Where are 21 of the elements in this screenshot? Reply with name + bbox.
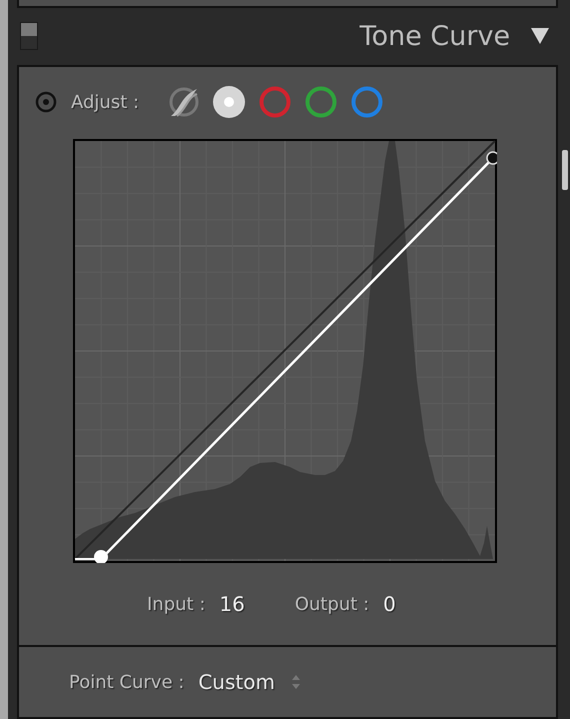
target-adjustment-icon[interactable]	[35, 91, 57, 113]
rgb-channel-button[interactable]	[213, 86, 246, 118]
parametric-curve-icon	[167, 86, 200, 118]
parametric-curve-button[interactable]	[167, 86, 200, 118]
point-curve-label: Point Curve :	[69, 672, 184, 692]
point-curve-select[interactable]: Custom	[198, 670, 301, 694]
stepper-icon	[290, 674, 301, 690]
adjust-label: Adjust :	[71, 92, 140, 112]
input-value: 16	[219, 592, 245, 616]
output-label: Output :	[294, 594, 370, 614]
curve-point-handle[interactable]	[94, 550, 108, 563]
color-channel-button[interactable]	[305, 86, 338, 118]
curve-point-handle[interactable]	[486, 151, 497, 165]
color-channel-button[interactable]	[351, 86, 384, 118]
panel-title: Tone Curve	[360, 20, 510, 52]
output-value: 0	[383, 592, 396, 616]
collapse-triangle-icon[interactable]	[530, 27, 550, 46]
scrollbar-thumb[interactable]	[562, 150, 568, 190]
panel-toggle-switch[interactable]	[20, 22, 38, 50]
color-channel-button[interactable]	[259, 86, 292, 118]
input-label: Input :	[147, 594, 206, 614]
